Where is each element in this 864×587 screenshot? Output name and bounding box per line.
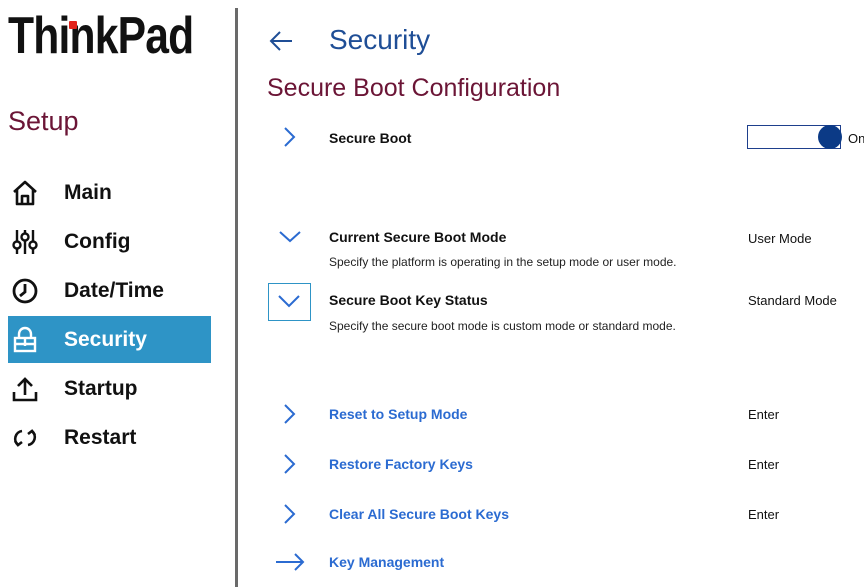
sidebar-item-label: Startup (64, 376, 138, 400)
chevron-right-icon[interactable] (279, 503, 301, 525)
key-status-description: Specify the secure boot mode is custom m… (329, 319, 676, 333)
sidebar-item-label: Restart (64, 425, 137, 449)
chevron-down-icon[interactable] (278, 226, 301, 248)
restore-factory-keys-value: Enter (748, 457, 780, 472)
key-status-label: Secure Boot Key Status (329, 292, 488, 308)
current-mode-description: Specify the platform is operating in the… (329, 255, 677, 269)
sidebar-item-label: Security (64, 327, 147, 351)
restart-icon (10, 423, 40, 453)
restore-factory-keys-link[interactable]: Restore Factory Keys (329, 456, 473, 472)
reset-setup-mode-value: Enter (748, 407, 780, 422)
secure-boot-label: Secure Boot (329, 130, 412, 146)
chevron-right-icon[interactable] (279, 453, 301, 475)
setup-title: Setup (8, 106, 79, 136)
reset-setup-mode-link[interactable]: Reset to Setup Mode (329, 406, 467, 422)
section-title: Secure Boot Configuration (267, 74, 561, 102)
clear-secure-boot-keys-value: Enter (748, 507, 780, 522)
sidebar-item-startup[interactable]: Startup (8, 365, 211, 412)
upload-icon (10, 374, 40, 404)
sliders-icon (10, 227, 40, 257)
chevron-right-icon[interactable] (279, 126, 301, 148)
page-title: Security (329, 24, 431, 55)
sidebar-item-label: Main (64, 180, 112, 204)
toggle-state-text: On (848, 131, 864, 146)
clock-icon (10, 276, 40, 306)
key-management-link[interactable]: Key Management (329, 554, 444, 570)
chevron-right-icon[interactable] (279, 403, 301, 425)
logo-red-dot (69, 21, 77, 29)
key-status-value: Standard Mode (748, 293, 837, 308)
current-mode-value: User Mode (748, 231, 812, 246)
arrow-right-icon[interactable] (274, 551, 306, 573)
home-icon (10, 178, 40, 208)
sidebar-item-label: Date/Time (64, 278, 164, 302)
back-arrow-icon[interactable] (268, 28, 294, 54)
current-mode-label: Current Secure Boot Mode (329, 229, 507, 245)
sidebar-divider (235, 8, 238, 587)
sidebar-item-config[interactable]: Config (8, 218, 211, 265)
toggle-knob (818, 125, 842, 149)
sidebar-item-main[interactable]: Main (8, 169, 211, 216)
sidebar-item-datetime[interactable]: Date/Time (8, 267, 211, 314)
secure-boot-toggle[interactable] (747, 125, 842, 149)
chevron-focus-box[interactable] (268, 283, 311, 321)
sidebar-item-restart[interactable]: Restart (8, 414, 211, 461)
clear-secure-boot-keys-link[interactable]: Clear All Secure Boot Keys (329, 506, 509, 522)
thinkpad-logo: ThinkPad (8, 7, 194, 65)
sidebar-item-security[interactable]: Security (8, 316, 211, 363)
sidebar: ThinkPad Setup Main Config Date/Time Sec… (0, 0, 232, 587)
sidebar-item-label: Config (64, 229, 131, 253)
lock-icon (10, 325, 40, 355)
